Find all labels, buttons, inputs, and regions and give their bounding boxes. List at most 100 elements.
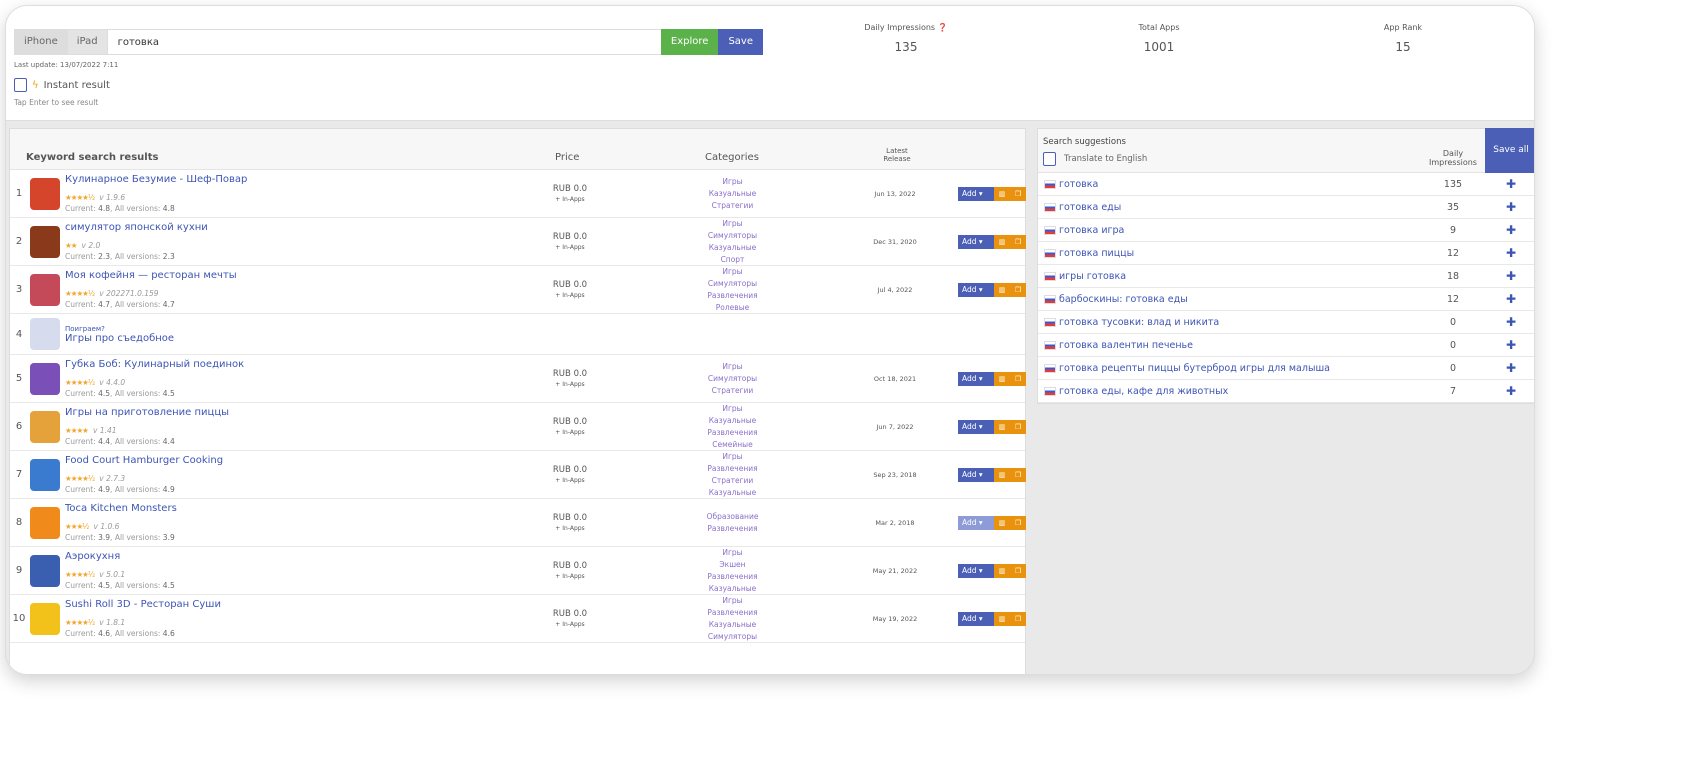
category-link[interactable]: Игры	[670, 361, 795, 373]
app-title[interactable]: Игры на приготовление пиццы	[65, 407, 535, 418]
app-title[interactable]: Моя кофейня — ресторан мечты	[65, 270, 535, 281]
category-link[interactable]: Симуляторы	[670, 373, 795, 385]
add-button[interactable]: Add ▾	[958, 611, 994, 626]
copy-icon[interactable]: ❐	[1010, 186, 1026, 201]
category-link[interactable]: Казуальные	[670, 242, 795, 254]
plus-icon[interactable]: ✚	[1506, 200, 1516, 214]
app-icon[interactable]	[30, 362, 60, 395]
copy-icon[interactable]: ❐	[1010, 234, 1026, 249]
app-title[interactable]: Губка Боб: Кулинарный поединок	[65, 359, 535, 370]
plus-icon[interactable]: ✚	[1506, 177, 1516, 191]
app-icon[interactable]	[30, 506, 60, 539]
app-title[interactable]: Food Court Hamburger Cooking	[65, 455, 535, 466]
chart-icon[interactable]: ▥	[994, 515, 1010, 530]
save-button[interactable]: Save	[718, 29, 763, 55]
category-link[interactable]: Казуальные	[670, 583, 795, 595]
chart-icon[interactable]: ▥	[994, 282, 1010, 297]
app-icon[interactable]	[30, 225, 60, 258]
category-link[interactable]: Развлечения	[670, 523, 795, 535]
save-all-button[interactable]: Save all	[1485, 128, 1534, 173]
copy-icon[interactable]: ❐	[1010, 282, 1026, 297]
category-link[interactable]: Стратегии	[670, 385, 795, 397]
help-icon[interactable]: ❓	[938, 23, 948, 32]
app-title[interactable]: симулятор японской кухни	[65, 222, 535, 233]
suggestion-keyword[interactable]: готовка валентин печенье	[1059, 340, 1193, 351]
add-button[interactable]: Add ▾	[958, 419, 994, 434]
add-button[interactable]: Add ▾	[958, 515, 994, 530]
category-link[interactable]: Ролевые	[670, 302, 795, 314]
chart-icon[interactable]: ▥	[994, 467, 1010, 482]
chart-icon[interactable]: ▥	[994, 563, 1010, 578]
app-title[interactable]: Игры про съедобное	[65, 333, 535, 344]
suggestion-keyword[interactable]: готовка еды	[1059, 202, 1121, 213]
suggestion-keyword[interactable]: барбоскины: готовка еды	[1059, 294, 1188, 305]
plus-icon[interactable]: ✚	[1506, 269, 1516, 283]
device-iphone-tab[interactable]: iPhone	[15, 30, 68, 54]
explore-button[interactable]: Explore	[660, 29, 719, 55]
suggestion-keyword[interactable]: готовка игра	[1059, 225, 1124, 236]
plus-icon[interactable]: ✚	[1506, 384, 1516, 398]
copy-icon[interactable]: ❐	[1010, 611, 1026, 626]
category-link[interactable]: Симуляторы	[670, 278, 795, 290]
category-link[interactable]: Казуальные	[670, 415, 795, 427]
chart-icon[interactable]: ▥	[994, 611, 1010, 626]
translate-checkbox[interactable]	[1043, 152, 1056, 166]
category-link[interactable]: Игры	[670, 176, 795, 188]
plus-icon[interactable]: ✚	[1506, 315, 1516, 329]
copy-icon[interactable]: ❐	[1010, 563, 1026, 578]
keyword-input[interactable]	[107, 30, 661, 54]
category-link[interactable]: Стратегии	[670, 475, 795, 487]
add-button[interactable]: Add ▾	[958, 371, 994, 386]
category-link[interactable]: Развлечения	[670, 427, 795, 439]
suggestion-keyword[interactable]: готовка тусовки: влад и никита	[1059, 317, 1219, 328]
add-button[interactable]: Add ▾	[958, 467, 994, 482]
category-link[interactable]: Семейные	[670, 439, 795, 451]
category-link[interactable]: Игры	[670, 403, 795, 415]
app-icon[interactable]	[30, 273, 60, 306]
category-link[interactable]: Казуальные	[670, 487, 795, 499]
instant-result-toggle[interactable]: ϟ Instant result	[14, 78, 110, 92]
category-link[interactable]: Казуальные	[670, 619, 795, 631]
copy-icon[interactable]: ❐	[1010, 419, 1026, 434]
app-icon[interactable]	[30, 410, 60, 443]
category-link[interactable]: Экшен	[670, 559, 795, 571]
category-link[interactable]: Игры	[670, 451, 795, 463]
copy-icon[interactable]: ❐	[1010, 467, 1026, 482]
suggestion-keyword[interactable]: готовка пиццы	[1059, 248, 1134, 259]
app-icon[interactable]	[30, 177, 60, 210]
chart-icon[interactable]: ▥	[994, 186, 1010, 201]
category-link[interactable]: Казуальные	[670, 188, 795, 200]
instant-result-checkbox[interactable]	[14, 78, 27, 92]
category-link[interactable]: Развлечения	[670, 571, 795, 583]
app-title[interactable]: Кулинарное Безумие - Шеф-Повар	[65, 174, 535, 185]
category-link[interactable]: Развлечения	[670, 607, 795, 619]
app-title[interactable]: Аэрокухня	[65, 551, 535, 562]
suggestion-keyword[interactable]: готовка рецепты пиццы бутерброд игры для…	[1059, 363, 1330, 374]
plus-icon[interactable]: ✚	[1506, 223, 1516, 237]
category-link[interactable]: Образование	[670, 511, 795, 523]
add-button[interactable]: Add ▾	[958, 282, 994, 297]
plus-icon[interactable]: ✚	[1506, 361, 1516, 375]
category-link[interactable]: Игры	[670, 266, 795, 278]
category-link[interactable]: Спорт	[670, 254, 795, 266]
chart-icon[interactable]: ▥	[994, 419, 1010, 434]
app-icon[interactable]	[30, 602, 60, 635]
plus-icon[interactable]: ✚	[1506, 338, 1516, 352]
suggestion-keyword[interactable]: готовка еды, кафе для животных	[1059, 386, 1228, 397]
app-icon[interactable]	[30, 554, 60, 587]
plus-icon[interactable]: ✚	[1506, 292, 1516, 306]
app-icon[interactable]	[30, 458, 60, 491]
category-link[interactable]: Игры	[670, 547, 795, 559]
app-title[interactable]: Sushi Roll 3D - Ресторан Суши	[65, 599, 535, 610]
category-link[interactable]: Развлечения	[670, 463, 795, 475]
suggestion-keyword[interactable]: игры готовка	[1059, 271, 1126, 282]
copy-icon[interactable]: ❐	[1010, 515, 1026, 530]
add-button[interactable]: Add ▾	[958, 234, 994, 249]
category-link[interactable]: Игры	[670, 218, 795, 230]
app-icon[interactable]	[30, 318, 60, 350]
device-ipad-tab[interactable]: iPad	[67, 30, 108, 54]
category-link[interactable]: Стратегии	[670, 200, 795, 212]
suggestion-keyword[interactable]: готовка	[1059, 179, 1098, 190]
category-link[interactable]: Симуляторы	[670, 631, 795, 643]
app-title[interactable]: Toca Kitchen Monsters	[65, 503, 535, 514]
